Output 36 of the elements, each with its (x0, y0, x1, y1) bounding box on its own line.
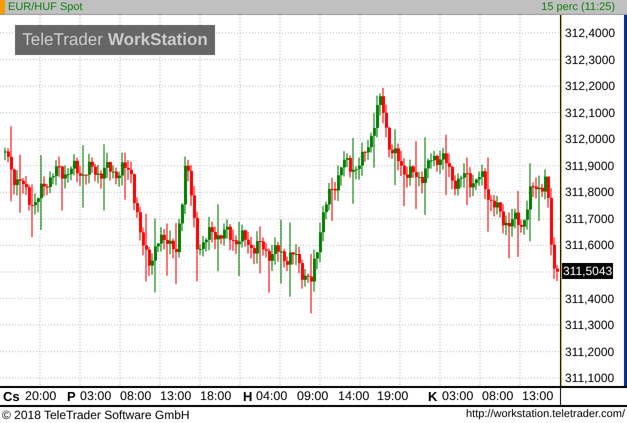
y-tick-label: 312,3000 (565, 52, 616, 67)
y-tick-label: 311,8000 (565, 185, 614, 200)
copyright-text: © 2018 TeleTrader Software GmbH (2, 408, 190, 422)
y-tick-label: 311,2000 (565, 344, 614, 359)
time-label: 03:00 (442, 389, 474, 403)
time-label: 08:00 (482, 389, 514, 403)
y-tick-label: 312,0000 (565, 132, 616, 146)
y-tick-label: 312,4000 (565, 26, 616, 40)
day-label: P (67, 389, 76, 404)
time-label: 08:00 (120, 389, 152, 403)
day-label: H (243, 389, 252, 404)
header-marker (0, 0, 5, 14)
y-tick-label: 311,4000 (565, 292, 614, 306)
last-price-label: 311,5043 (562, 262, 614, 279)
time-label: 14:00 (338, 389, 370, 403)
time-label: 18:00 (200, 389, 232, 403)
y-tick-label: 311,1000 (565, 371, 614, 386)
time-label: 19:00 (377, 389, 408, 403)
time-label: 09:00 (297, 389, 328, 403)
y-tick-label: 312,2000 (565, 79, 616, 94)
time-label: 13:00 (522, 389, 554, 403)
y-tick-label: 312,1000 (565, 106, 616, 120)
interval-label: 15 perc (11:25) (541, 1, 615, 13)
time-label: 03:00 (80, 389, 112, 403)
day-label: K (428, 389, 438, 404)
y-tick-label: 311,7000 (565, 212, 614, 226)
website-link[interactable]: http://workstation.teletrader.com/ (466, 408, 625, 422)
y-tick-label: 311,6000 (565, 238, 614, 252)
logo-watermark: TeleTrader WorkStation (15, 25, 215, 55)
day-label: Cs (3, 389, 20, 404)
time-label: 20:00 (25, 389, 56, 403)
y-tick-label: 311,9000 (565, 158, 614, 173)
time-label: 04:00 (256, 389, 288, 403)
instrument-title: EUR/HUF Spot (8, 1, 83, 13)
time-label: 13:00 (160, 389, 192, 403)
y-tick-label: 311,3000 (565, 318, 614, 332)
